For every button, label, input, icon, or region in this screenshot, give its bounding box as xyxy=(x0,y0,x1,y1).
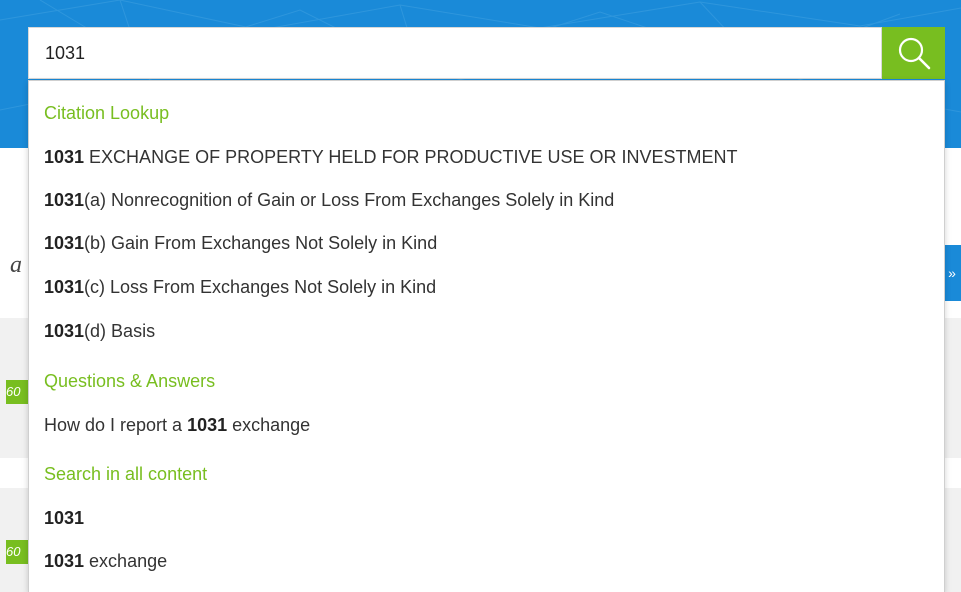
suggestion-text: exchange xyxy=(84,551,168,571)
section-header-questions-answers: Questions & Answers xyxy=(44,371,216,391)
suggestion-match: 1031 xyxy=(44,147,85,167)
autocomplete-dropdown: Citation Lookup 1031 EXCHANGE OF PROPERT… xyxy=(28,80,945,592)
section-header-search-all-content: Search in all content xyxy=(44,464,208,484)
suggestion-text: (b) Gain From Exchanges Not Solely in Ki… xyxy=(84,233,438,253)
suggestion-match: 1031 xyxy=(44,277,85,297)
search-icon xyxy=(898,37,930,70)
suggestion-text: (c) Loss From Exchanges Not Solely in Ki… xyxy=(84,277,437,297)
suggestion-text: (d) Basis xyxy=(84,321,156,341)
suggestion-citation[interactable]: 1031(b) Gain From Exchanges Not Solely i… xyxy=(44,233,437,254)
background-next-arrow: » xyxy=(943,245,961,301)
suggestion-citation[interactable]: 1031(a) Nonrecognition of Gain or Loss F… xyxy=(44,190,614,211)
suggestion-match: 1031 xyxy=(44,508,85,528)
suggestion-match: 1031 xyxy=(187,415,228,435)
background-heading-fragment: a xyxy=(10,252,22,278)
background-badge: 60 xyxy=(6,540,28,564)
suggestion-match: 1031 xyxy=(44,551,85,571)
search-input[interactable] xyxy=(29,28,881,78)
suggestion-search-term[interactable]: 1031 exchange xyxy=(44,551,167,572)
suggestion-match: 1031 xyxy=(44,233,85,253)
suggestion-citation[interactable]: 1031(d) Basis xyxy=(44,321,155,342)
suggestion-prefix: How do I report a xyxy=(44,415,188,435)
suggestion-search-term[interactable]: 1031 xyxy=(44,508,84,529)
suggestion-text: EXCHANGE OF PROPERTY HELD FOR PRODUCTIVE… xyxy=(84,147,738,167)
suggestion-match: 1031 xyxy=(44,190,85,210)
suggestion-text: exchange xyxy=(227,415,311,435)
suggestion-citation[interactable]: 1031(c) Loss From Exchanges Not Solely i… xyxy=(44,277,436,298)
search-box xyxy=(28,27,882,79)
suggestion-citation[interactable]: 1031 EXCHANGE OF PROPERTY HELD FOR PRODU… xyxy=(44,147,737,168)
search-button[interactable] xyxy=(882,27,945,79)
section-header-citation-lookup: Citation Lookup xyxy=(44,103,170,123)
suggestion-match: 1031 xyxy=(44,321,85,341)
suggestion-text: (a) Nonrecognition of Gain or Loss From … xyxy=(84,190,615,210)
background-badge: 60 xyxy=(6,380,28,404)
suggestion-question[interactable]: How do I report a 1031 exchange xyxy=(44,415,310,436)
